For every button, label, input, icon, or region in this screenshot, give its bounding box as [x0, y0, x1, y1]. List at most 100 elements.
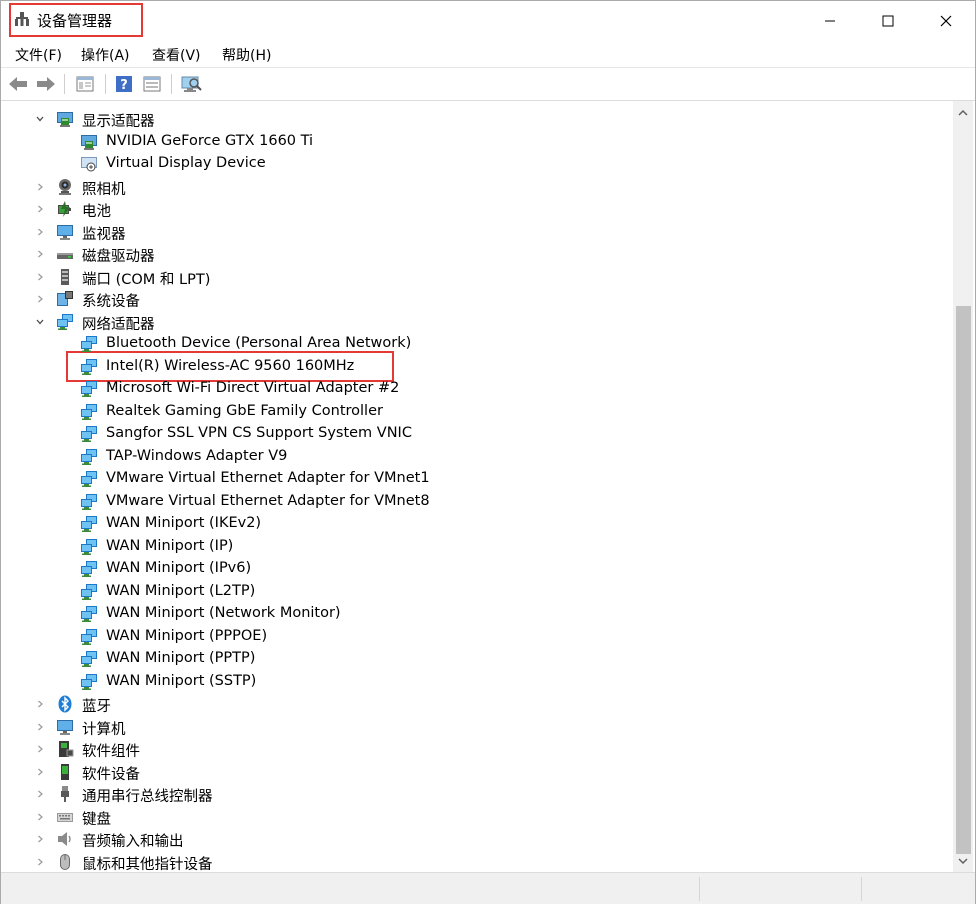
menu-action[interactable]: 操作(A) [81, 45, 130, 65]
network-adapter-icon [80, 425, 98, 443]
tree-row[interactable]: 通用串行总线控制器 [2, 783, 942, 805]
tree-row[interactable]: 系统设备 [2, 288, 942, 310]
close-button[interactable] [917, 1, 975, 41]
tree-row-label: 鼠标和其他指针设备 [82, 856, 213, 873]
chevron-down-icon[interactable] [34, 112, 46, 126]
tree-row-label: WAN Miniport (Network Monitor) [106, 605, 341, 621]
tree-row-label: 电池 [82, 204, 111, 220]
network-adapter-icon [80, 335, 98, 353]
chevron-down-icon[interactable] [34, 315, 46, 329]
chevron-right-icon[interactable] [34, 720, 46, 734]
tree-row[interactable]: TAP-Windows Adapter V9 [2, 446, 942, 468]
chevron-right-icon[interactable] [34, 742, 46, 756]
virtual-display-icon [80, 155, 98, 173]
tree-row-label: Realtek Gaming GbE Family Controller [106, 402, 383, 419]
menu-file[interactable]: 文件(F) [15, 45, 62, 65]
usb-controller-icon [56, 785, 74, 803]
tree-row[interactable]: NVIDIA GeForce GTX 1660 Ti [2, 131, 942, 153]
tree-row[interactable]: Sangfor SSL VPN CS Support System VNIC [2, 423, 942, 445]
chevron-right-icon[interactable] [34, 202, 46, 216]
tree-row[interactable]: 端口 (COM 和 LPT) [2, 266, 942, 288]
scrollbar-thumb[interactable] [956, 306, 971, 854]
properties-button[interactable] [74, 73, 96, 95]
tree-row-label: 系统设备 [82, 294, 140, 310]
tree-row-label: 显示适配器 [82, 114, 155, 130]
tree-row[interactable]: 监视器 [2, 221, 942, 243]
menu-help[interactable]: 帮助(H) [222, 45, 271, 65]
tree-row-label: 计算机 [82, 721, 126, 738]
tree-row[interactable]: 磁盘驱动器 [2, 243, 942, 265]
network-adapter-icon [80, 515, 98, 533]
vertical-scrollbar[interactable] [953, 101, 973, 872]
svg-text:?: ? [120, 78, 128, 93]
tree-row[interactable]: Realtek Gaming GbE Family Controller [2, 401, 942, 423]
chevron-right-icon[interactable] [34, 765, 46, 779]
tree-row-label: 软件组件 [82, 744, 140, 760]
tree-row[interactable]: WAN Miniport (L2TP) [2, 581, 942, 603]
tree-row[interactable]: 鼠标和其他指针设备 [2, 851, 942, 873]
chevron-right-icon[interactable] [34, 225, 46, 239]
back-button[interactable] [7, 73, 29, 95]
tree-row[interactable]: Intel(R) Wireless-AC 9560 160MHz [2, 356, 942, 378]
chevron-right-icon[interactable] [34, 247, 46, 261]
scan-hardware-button[interactable] [180, 73, 202, 95]
tree-row[interactable]: 照相机 [2, 176, 942, 198]
tree-row[interactable]: VMware Virtual Ethernet Adapter for VMne… [2, 468, 942, 490]
scroll-down-arrow-icon[interactable] [957, 855, 969, 867]
network-adapter-icon [80, 673, 98, 691]
maximize-button[interactable] [859, 1, 917, 41]
help-button[interactable]: ? [113, 73, 135, 95]
title-highlight-box [9, 3, 143, 37]
chevron-right-icon[interactable] [34, 292, 46, 306]
tree-row[interactable]: Virtual Display Device [2, 153, 942, 175]
tree-row[interactable]: 网络适配器 [2, 311, 942, 333]
chevron-right-icon[interactable] [34, 270, 46, 284]
tree-row[interactable]: 软件组件 [2, 738, 942, 760]
status-pane [861, 877, 862, 901]
toolbar-divider [64, 74, 65, 94]
keyboard-icon [56, 808, 74, 826]
chevron-right-icon[interactable] [34, 855, 46, 869]
tree-row-label: Microsoft Wi-Fi Direct Virtual Adapter #… [106, 380, 400, 396]
tree-row[interactable]: WAN Miniport (Network Monitor) [2, 603, 942, 625]
tree-row[interactable]: 电池 [2, 198, 942, 220]
chevron-right-icon[interactable] [34, 832, 46, 846]
scroll-up-arrow-icon[interactable] [957, 107, 969, 119]
tree-row[interactable]: 计算机 [2, 716, 942, 738]
tree-row[interactable]: Bluetooth Device (Personal Area Network) [2, 333, 942, 355]
tree-row[interactable]: WAN Miniport (PPPOE) [2, 626, 942, 648]
mouse-icon [56, 853, 74, 871]
monitor-icon [56, 223, 74, 241]
tree-row[interactable]: 软件设备 [2, 761, 942, 783]
tree-row[interactable]: VMware Virtual Ethernet Adapter for VMne… [2, 491, 942, 513]
tree-row-label: 网络适配器 [82, 316, 155, 333]
chevron-right-icon[interactable] [34, 180, 46, 194]
network-adapter-icon [80, 448, 98, 466]
tree-row[interactable]: WAN Miniport (SSTP) [2, 671, 942, 693]
menu-view[interactable]: 查看(V) [152, 45, 201, 65]
maximize-icon [882, 15, 894, 27]
tree-row-label: WAN Miniport (PPTP) [106, 650, 256, 666]
minimize-button[interactable] [801, 1, 859, 41]
tree-row[interactable]: WAN Miniport (IKEv2) [2, 513, 942, 535]
network-adapter-icon [80, 493, 98, 511]
tree-row[interactable]: WAN Miniport (PPTP) [2, 648, 942, 670]
tree-row-label: NVIDIA GeForce GTX 1660 Ti [106, 132, 314, 149]
device-tree[interactable]: 显示适配器 NVIDIA GeForce GTX 1660 Ti Virtual D… [2, 102, 952, 872]
chevron-right-icon[interactable] [34, 810, 46, 824]
forward-button[interactable] [35, 73, 57, 95]
computer-icon [56, 718, 74, 736]
chevron-right-icon[interactable] [34, 697, 46, 711]
tree-row[interactable]: 显示适配器 [2, 108, 942, 130]
tree-row[interactable]: WAN Miniport (IP) [2, 536, 942, 558]
tree-row-label: WAN Miniport (IP) [106, 537, 234, 554]
tree-row[interactable]: WAN Miniport (IPv6) [2, 558, 942, 580]
tree-row[interactable]: Microsoft Wi-Fi Direct Virtual Adapter #… [2, 378, 942, 400]
tree-row[interactable]: 键盘 [2, 806, 942, 828]
view-button[interactable] [141, 73, 163, 95]
tree-row[interactable]: 音频输入和输出 [2, 828, 942, 850]
title-bar[interactable]: 设备管理器 [1, 1, 975, 41]
forward-icon [37, 77, 55, 91]
tree-row[interactable]: 蓝牙 [2, 693, 942, 715]
chevron-right-icon[interactable] [34, 787, 46, 801]
